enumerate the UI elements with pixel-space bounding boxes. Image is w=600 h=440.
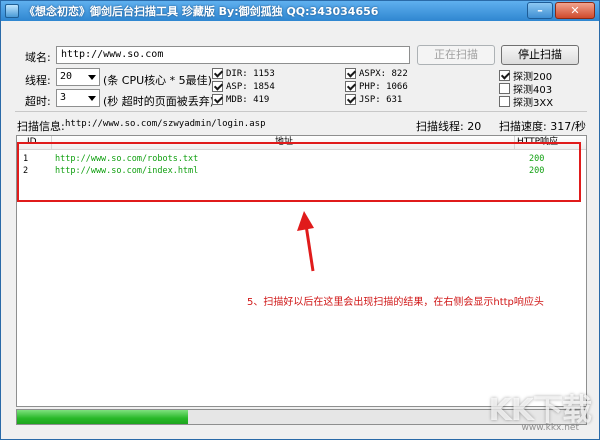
stop-scan-button[interactable]: 停止扫描	[501, 45, 579, 65]
checkbox-box	[345, 94, 356, 105]
dict-checkbox-mdb[interactable]: MDB: 419	[212, 94, 269, 105]
domain-label: 域名:	[25, 51, 51, 64]
threads-value: 20	[60, 71, 73, 82]
checkbox-box	[212, 68, 223, 79]
close-button[interactable]: ✕	[555, 2, 595, 19]
app-icon	[5, 4, 19, 18]
checkbox-box	[499, 70, 510, 81]
dict-checkbox-jsp[interactable]: JSP: 631	[345, 94, 402, 105]
checkbox-box	[499, 83, 510, 94]
checkbox-box	[499, 96, 510, 107]
threads-hint: (条 CPU核心 * 5最佳)	[103, 74, 212, 87]
highlight-box	[17, 142, 581, 202]
arrow-up-icon	[297, 211, 315, 272]
dict-checkbox-aspx[interactable]: ASPX: 822	[345, 68, 408, 79]
scanning-button[interactable]: 正在扫描	[417, 45, 495, 65]
threads-select[interactable]: 20	[56, 68, 100, 86]
minimize-icon: –	[537, 4, 543, 17]
close-icon: ✕	[570, 4, 580, 17]
chevron-down-icon	[88, 96, 96, 101]
domain-input[interactable]: http://www.so.com	[56, 46, 410, 64]
caption-buttons: – ✕	[525, 2, 595, 19]
title-bar[interactable]: 《想念初恋》御剑后台扫描工具 珍藏版 By:御剑孤独 QQ:343034656 …	[1, 1, 599, 21]
scan-info-value: http://www.so.com/szwyadmin/login.asp	[65, 119, 266, 129]
scan-speed-status: 扫描速度: 317/秒	[499, 120, 586, 133]
divider	[15, 111, 587, 112]
scan-info-label: 扫描信息:	[17, 120, 65, 133]
detect-checkbox-3xx[interactable]: 探测3XX	[499, 94, 553, 109]
checkbox-box	[212, 94, 223, 105]
timeout-value: 3	[60, 92, 67, 103]
dict-checkbox-asp[interactable]: ASP: 1854	[212, 81, 275, 92]
minimize-button[interactable]: –	[527, 2, 553, 19]
progress-fill	[17, 410, 188, 424]
dict-checkbox-php[interactable]: PHP: 1066	[345, 81, 408, 92]
checkbox-box	[212, 81, 223, 92]
chevron-down-icon	[88, 75, 96, 80]
scanner-window: 《想念初恋》御剑后台扫描工具 珍藏版 By:御剑孤独 QQ:343034656 …	[0, 0, 600, 440]
window-title: 《想念初恋》御剑后台扫描工具 珍藏版 By:御剑孤独 QQ:343034656	[24, 5, 379, 18]
watermark-url: www.kkx.net	[521, 423, 580, 433]
timeout-select[interactable]: 3	[56, 89, 100, 107]
scan-threads-status: 扫描线程: 20	[416, 120, 482, 133]
checkbox-box	[345, 81, 356, 92]
threads-label: 线程:	[25, 74, 51, 87]
timeout-hint: (秒 超时的页面被丢弃)	[103, 95, 215, 108]
dict-checkbox-dir[interactable]: DIR: 1153	[212, 68, 275, 79]
annotation-note: 5、扫描好以后在这里会出现扫描的结果，在右侧会显示http响应头	[247, 297, 544, 308]
checkbox-box	[345, 68, 356, 79]
timeout-label: 超时:	[25, 95, 51, 108]
